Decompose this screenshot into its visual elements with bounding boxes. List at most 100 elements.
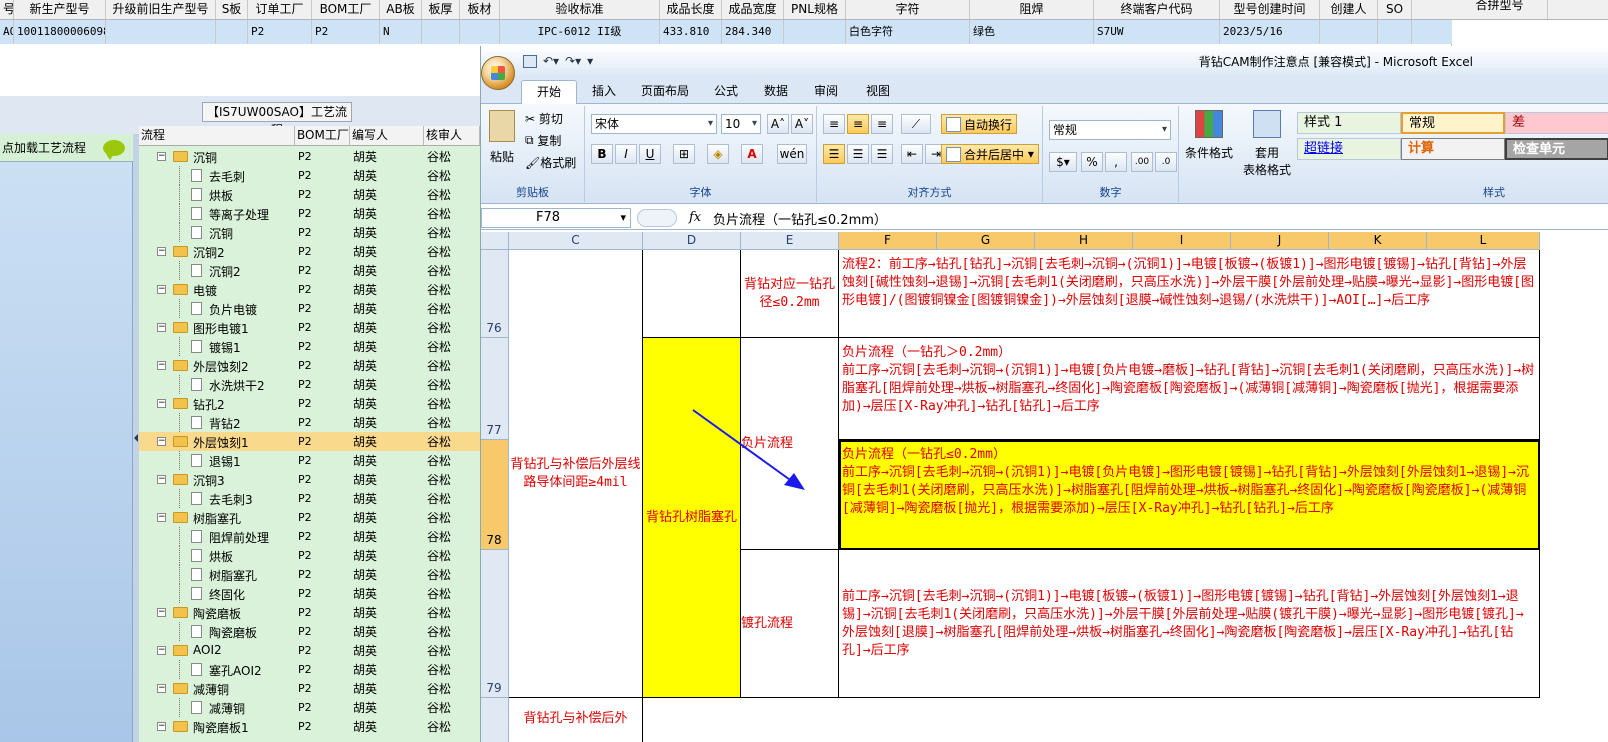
column-header[interactable]: I bbox=[1133, 232, 1231, 250]
top-grid-header-cell[interactable]: 字符 bbox=[846, 0, 970, 19]
tree-row[interactable]: 镀锡1 P2 胡英 谷松 bbox=[139, 337, 480, 356]
style-1-cell[interactable]: 样式 1 bbox=[1297, 112, 1401, 134]
style-calc-cell[interactable]: 计算 bbox=[1401, 138, 1505, 160]
top-grid-header-cell[interactable]: 新生产型号 bbox=[14, 0, 106, 19]
align-bottom-icon[interactable]: ≡ bbox=[871, 114, 893, 134]
number-format-select[interactable]: 常规 bbox=[1049, 120, 1171, 140]
column-header[interactable]: G bbox=[937, 232, 1035, 250]
row-header[interactable]: 76 bbox=[481, 250, 509, 338]
tree-row[interactable]: − 外层蚀刻1 P2 胡英 谷松 bbox=[139, 432, 480, 451]
tree-node[interactable]: − 减薄铜 bbox=[139, 679, 295, 698]
increase-decimal-icon[interactable]: .00 bbox=[1131, 152, 1153, 172]
top-grid-cell[interactable] bbox=[422, 20, 460, 44]
collapse-toggle-icon[interactable]: − bbox=[157, 684, 166, 693]
merged-model-header[interactable]: 合拼型号 bbox=[1452, 0, 1548, 19]
top-grid-header-cell[interactable]: 成品长度 bbox=[660, 0, 722, 19]
top-grid-cell[interactable] bbox=[106, 20, 216, 44]
tree-row[interactable]: 退锡1 P2 胡英 谷松 bbox=[139, 451, 480, 470]
cell-c80[interactable]: 背钻孔与补偿后外 bbox=[509, 698, 643, 742]
style-check-cell[interactable]: 检查单元 bbox=[1505, 138, 1608, 160]
top-grid-cell[interactable]: IPC-6012 II级 bbox=[500, 20, 660, 44]
column-header[interactable]: D bbox=[643, 232, 741, 250]
select-all-corner[interactable] bbox=[481, 232, 509, 250]
decrease-decimal-icon[interactable]: .0 bbox=[1155, 152, 1177, 172]
tree-node[interactable]: 背钻2 bbox=[139, 413, 295, 432]
tree-row[interactable]: 减薄铜 P2 胡英 谷松 bbox=[139, 698, 480, 717]
comma-icon[interactable]: , bbox=[1105, 152, 1127, 172]
bold-icon[interactable]: B bbox=[591, 144, 613, 164]
tree-row[interactable]: − 外层蚀刻2 P2 胡英 谷松 bbox=[139, 356, 480, 375]
tab-insert[interactable]: 插入 bbox=[581, 80, 627, 104]
column-header[interactable]: F bbox=[839, 232, 937, 250]
tree-node[interactable]: − AOI2 bbox=[139, 641, 295, 660]
top-grid-header-cell[interactable]: S板 bbox=[216, 0, 248, 19]
tree-row[interactable]: − 沉铜 P2 胡英 谷松 bbox=[139, 147, 480, 166]
shrink-font-icon[interactable]: A˅ bbox=[791, 114, 813, 134]
tree-node[interactable]: 退锡1 bbox=[139, 451, 295, 470]
collapse-toggle-icon[interactable]: − bbox=[157, 608, 166, 617]
collapse-toggle-icon[interactable]: − bbox=[157, 437, 166, 446]
cell-c76[interactable]: 背钻孔与补偿后外层线路导体间距≥4mil bbox=[509, 250, 643, 698]
tree-node[interactable]: 去毛刺 bbox=[139, 166, 295, 185]
style-normal-cell[interactable]: 常规 bbox=[1401, 112, 1505, 134]
tree-row[interactable]: 水洗烘干2 P2 胡英 谷松 bbox=[139, 375, 480, 394]
tree-node[interactable]: 减薄铜 bbox=[139, 698, 295, 717]
load-process-item[interactable]: 点加载工艺流程 bbox=[0, 134, 133, 162]
top-grid-cell[interactable]: 2023/5/16 bbox=[1220, 20, 1320, 44]
font-name-select[interactable]: 宋体 bbox=[591, 114, 717, 134]
tree-node[interactable]: 终固化 bbox=[139, 584, 295, 603]
top-grid-cell[interactable]: N bbox=[380, 20, 422, 44]
column-header[interactable]: K bbox=[1329, 232, 1427, 250]
conditional-format-button[interactable]: 条件格式 bbox=[1185, 110, 1233, 161]
orientation-icon[interactable]: ⟋ bbox=[901, 114, 931, 134]
tree-node[interactable]: 负片电镀 bbox=[139, 299, 295, 318]
tree-node[interactable]: − 外层蚀刻2 bbox=[139, 356, 295, 375]
top-grid-cell[interactable] bbox=[460, 20, 500, 44]
tree-node[interactable]: 陶瓷磨板 bbox=[139, 622, 295, 641]
align-left-icon[interactable]: ☰ bbox=[823, 144, 845, 164]
tree-row[interactable]: − 减薄铜 P2 胡英 谷松 bbox=[139, 679, 480, 698]
tree-row[interactable]: − 钻孔2 P2 胡英 谷松 bbox=[139, 394, 480, 413]
tree-node[interactable]: 等离子处理 bbox=[139, 204, 295, 223]
tree-row[interactable]: − 图形电镀1 P2 胡英 谷松 bbox=[139, 318, 480, 337]
customize-qat-icon[interactable]: ▾ bbox=[587, 54, 593, 68]
cell-f78[interactable]: 负片流程（一钻孔≤0.2mm） 前工序→沉铜[去毛刺→沉铜→(沉铜1)]→电镀[… bbox=[839, 440, 1540, 550]
collapse-toggle-icon[interactable]: − bbox=[157, 361, 166, 370]
cell-d76[interactable] bbox=[643, 250, 741, 338]
collapse-toggle-icon[interactable]: − bbox=[157, 323, 166, 332]
fill-color-icon[interactable]: ◈ bbox=[707, 144, 729, 164]
speech-bubble-icon[interactable] bbox=[103, 139, 125, 160]
tree-row[interactable]: 烘板 P2 胡英 谷松 bbox=[139, 185, 480, 204]
top-grid-cell[interactable]: 绿色 bbox=[970, 20, 1094, 44]
top-grid-header-cell[interactable]: BOM工厂 bbox=[312, 0, 380, 19]
col-bom-factory[interactable]: BOM工厂 bbox=[295, 126, 350, 145]
top-grid-header-cell[interactable]: 型号创建时间 bbox=[1220, 0, 1320, 19]
col-process[interactable]: 流程 bbox=[139, 126, 295, 145]
cell-d80[interactable] bbox=[643, 698, 1540, 742]
tree-node[interactable]: 沉铜2 bbox=[139, 261, 295, 280]
paste-button[interactable]: 粘贴 bbox=[489, 110, 515, 165]
tree-node[interactable]: − 外层蚀刻1 bbox=[139, 432, 295, 451]
tree-row[interactable]: − 电镀 P2 胡英 谷松 bbox=[139, 280, 480, 299]
collapse-toggle-icon[interactable]: − bbox=[157, 285, 166, 294]
phonetic-icon[interactable]: wén bbox=[777, 144, 807, 164]
tree-row[interactable]: 终固化 P2 胡英 谷松 bbox=[139, 584, 480, 603]
collapse-toggle-icon[interactable]: − bbox=[157, 646, 166, 655]
tab-review[interactable]: 审阅 bbox=[803, 80, 849, 104]
row-header[interactable]: 78 bbox=[481, 440, 509, 550]
top-grid-cell[interactable]: S7UW bbox=[1094, 20, 1220, 44]
row-header[interactable] bbox=[481, 698, 509, 742]
tree-node[interactable]: − 树脂塞孔 bbox=[139, 508, 295, 527]
tab-view[interactable]: 视图 bbox=[855, 80, 901, 104]
grow-font-icon[interactable]: A˄ bbox=[767, 114, 789, 134]
column-header[interactable]: C bbox=[509, 232, 643, 250]
top-grid-cell[interactable]: AO bbox=[0, 20, 14, 44]
tree-node[interactable]: − 电镀 bbox=[139, 280, 295, 299]
collapse-toggle-icon[interactable]: − bbox=[157, 475, 166, 484]
column-header[interactable]: J bbox=[1231, 232, 1329, 250]
office-button[interactable] bbox=[481, 56, 515, 90]
style-bad-cell[interactable]: 差 bbox=[1505, 112, 1608, 134]
column-header[interactable]: H bbox=[1035, 232, 1133, 250]
tree-row[interactable]: − 沉铜2 P2 胡英 谷松 bbox=[139, 242, 480, 261]
top-grid-cell[interactable]: 433.810 bbox=[660, 20, 722, 44]
